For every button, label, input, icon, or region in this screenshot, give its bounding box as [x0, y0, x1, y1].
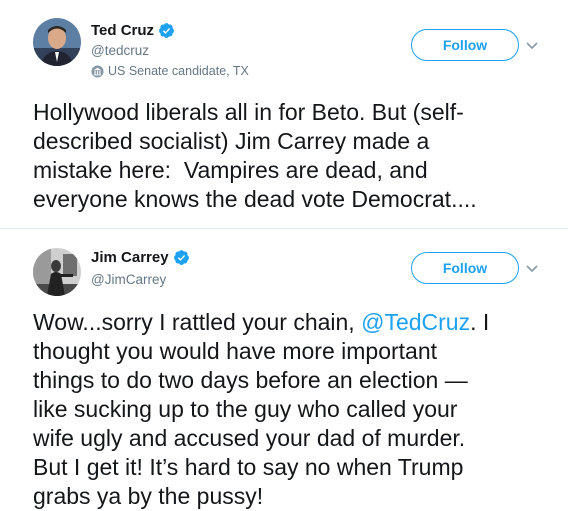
- tweet-text: Wow...sorry I rattled your chain, @TedCr…: [33, 308, 553, 511]
- avatar[interactable]: [33, 248, 81, 296]
- verified-badge-icon: [173, 250, 189, 265]
- display-name-row: Ted Cruz: [91, 22, 175, 39]
- mention-link[interactable]: @TedCruz: [361, 309, 470, 335]
- handle[interactable]: @tedcruz: [91, 43, 149, 58]
- account-label: US Senate candidate, TX: [91, 64, 249, 78]
- verified-badge-icon: [159, 23, 174, 38]
- display-name[interactable]: Ted Cruz: [91, 22, 154, 39]
- tweet-text-part: Wow...sorry I rattled your chain,: [33, 309, 362, 335]
- tweet-ted-cruz: Ted Cruz @tedcruz US Senate candidate, T…: [0, 0, 568, 228]
- tweet-jim-carrey: Jim Carrey @JimCarrey Follow Wow...sorry…: [0, 230, 568, 511]
- account-label-text: US Senate candidate, TX: [108, 64, 249, 78]
- tweet-text: Hollywood liberals all in for Beto. But …: [33, 99, 477, 212]
- handle[interactable]: @JimCarrey: [91, 272, 166, 287]
- avatar[interactable]: [33, 18, 81, 66]
- government-building-icon: [91, 64, 104, 78]
- tweet-text-part: . I thought you would have more importan…: [33, 309, 490, 509]
- follow-button[interactable]: Follow: [411, 29, 519, 61]
- follow-button[interactable]: Follow: [411, 252, 519, 284]
- divider: [0, 228, 568, 229]
- chevron-down-icon[interactable]: [525, 41, 539, 51]
- display-name[interactable]: Jim Carrey: [91, 249, 169, 266]
- chevron-down-icon[interactable]: [525, 264, 539, 274]
- display-name-row: Jim Carrey: [91, 249, 190, 266]
